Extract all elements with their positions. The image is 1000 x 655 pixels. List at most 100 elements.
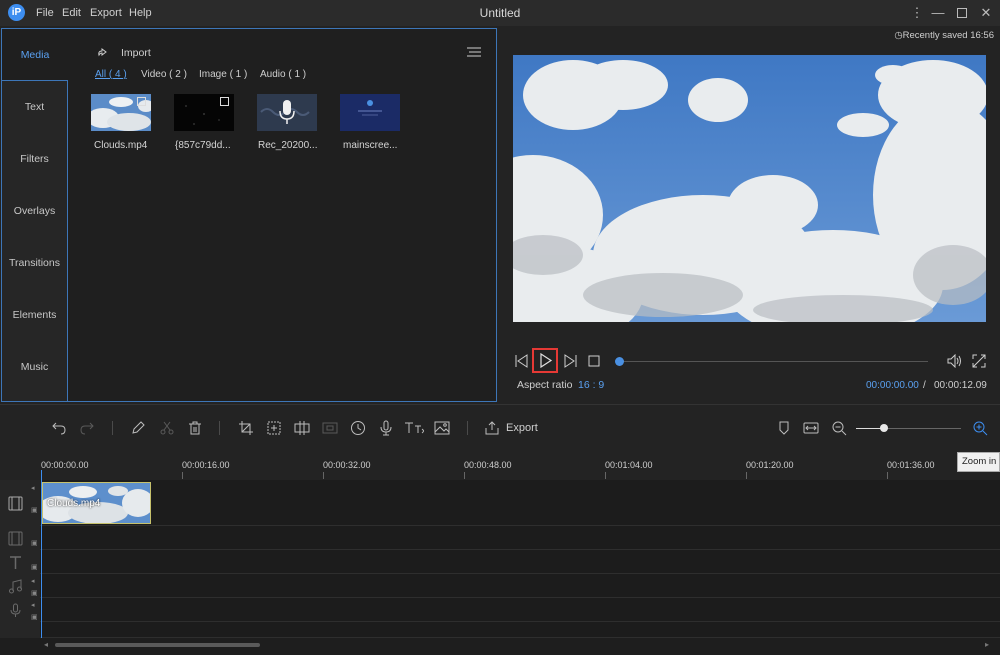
filter-audio[interactable]: Audio ( 1 ) <box>260 69 306 80</box>
app-logo: iP <box>8 4 25 21</box>
sidebar-item-text[interactable]: Text <box>2 81 67 133</box>
add-frame-icon[interactable] <box>266 420 282 436</box>
media-item-clouds[interactable] <box>87 94 154 131</box>
voiceover-icon <box>10 603 21 617</box>
media-item-recording[interactable] <box>257 94 317 131</box>
sidebar-item-transitions[interactable]: Transitions <box>2 237 67 289</box>
zoom-out-icon[interactable] <box>831 420 847 436</box>
menu-edit[interactable]: Edit <box>62 7 81 19</box>
ruler-tick <box>746 472 747 479</box>
text-track[interactable] <box>0 550 1000 574</box>
crop-icon[interactable] <box>238 420 254 436</box>
film-strip-icon <box>8 496 23 511</box>
edit-pencil-icon[interactable] <box>130 420 146 436</box>
zoom-slider-handle[interactable] <box>880 424 888 432</box>
media-item-video2[interactable] <box>174 94 234 131</box>
clock-icon: ◷ <box>894 30 903 41</box>
aspect-ratio-value[interactable]: 16 : 9 <box>578 379 604 391</box>
media-panel: Media Text Filters Overlays Transitions … <box>1 28 497 402</box>
track-lock-icon[interactable]: ▣ <box>31 613 38 621</box>
sidebar-item-filters[interactable]: Filters <box>2 133 67 185</box>
freeze-frame-icon[interactable] <box>322 420 338 436</box>
mosaic-image-icon[interactable] <box>434 420 450 436</box>
voiceover-mic-icon[interactable] <box>378 420 394 436</box>
voiceover-track[interactable] <box>0 598 1000 622</box>
title-bar: iP File Edit Export Help Untitled ⋮ — ✕ <box>0 0 1000 26</box>
scroll-right-icon[interactable]: ▸ <box>985 640 989 649</box>
seek-handle[interactable] <box>615 357 624 366</box>
ruler-tick <box>182 472 183 479</box>
import-button[interactable]: Import <box>121 47 151 59</box>
save-status: ◷Recently saved 16:56 <box>894 30 994 41</box>
ruler-tick-label: 00:01:20.00 <box>746 460 794 470</box>
toolbar-divider <box>219 421 220 435</box>
fit-timeline-icon[interactable] <box>803 420 819 436</box>
playhead[interactable] <box>41 470 42 640</box>
sidebar-item-overlays[interactable]: Overlays <box>2 185 67 237</box>
filter-image[interactable]: Image ( 1 ) <box>199 69 247 80</box>
filter-video[interactable]: Video ( 2 ) <box>141 69 187 80</box>
import-icon[interactable] <box>97 47 109 59</box>
ruler-tick-label: 00:00:16.00 <box>182 460 230 470</box>
media-item-label: Clouds.mp4 <box>94 140 148 151</box>
export-button[interactable]: Export <box>506 422 538 434</box>
close-icon[interactable]: ✕ <box>977 4 995 22</box>
empty-track <box>0 622 1000 638</box>
current-time: 00:00:00.00 <box>866 380 919 391</box>
music-track[interactable] <box>0 574 1000 598</box>
edit-toolbar <box>0 404 1000 452</box>
sidebar-item-elements[interactable]: Elements <box>2 289 67 341</box>
text-to-speech-icon[interactable] <box>404 420 426 436</box>
menu-help[interactable]: Help <box>129 7 152 19</box>
minimize-icon[interactable]: — <box>929 4 947 22</box>
media-item-label: Rec_20200... <box>258 140 318 151</box>
prev-frame-icon[interactable] <box>515 354 529 368</box>
track-volume-icon[interactable]: ◂ <box>31 601 35 609</box>
redo-icon[interactable] <box>79 420 95 436</box>
select-checkbox[interactable] <box>220 97 229 106</box>
delete-icon[interactable] <box>187 420 203 436</box>
track-lock-icon[interactable]: ▣ <box>31 506 38 514</box>
time-separator: / <box>923 380 926 391</box>
track-lock-icon[interactable]: ▣ <box>31 563 38 571</box>
cut-icon[interactable] <box>159 420 175 436</box>
ruler-tick-label: 00:00:32.00 <box>323 460 371 470</box>
sidebar-item-media[interactable]: Media <box>2 29 68 81</box>
menu-file[interactable]: File <box>36 7 54 19</box>
ruler-tick <box>464 472 465 479</box>
media-item-label: mainscree... <box>343 140 398 151</box>
more-options-icon[interactable]: ⋮ <box>908 4 926 22</box>
stop-icon[interactable] <box>588 355 600 367</box>
sidebar-item-music[interactable]: Music <box>2 341 67 393</box>
export-icon[interactable] <box>484 420 500 436</box>
next-frame-icon[interactable] <box>563 354 577 368</box>
play-button[interactable] <box>532 348 558 373</box>
media-item-image[interactable] <box>340 94 400 131</box>
marker-icon[interactable] <box>776 420 792 436</box>
track-volume-icon[interactable]: ◂ <box>31 484 35 492</box>
filter-all[interactable]: All ( 4 ) <box>95 69 127 80</box>
fullscreen-icon[interactable] <box>972 354 986 368</box>
ruler-tick-label: 00:00:00.00 <box>41 460 89 470</box>
track-volume-icon[interactable]: ◂ <box>31 577 35 585</box>
zoom-in-icon[interactable] <box>972 420 988 436</box>
track-lock-icon[interactable]: ▣ <box>31 589 38 597</box>
speed-clock-icon[interactable] <box>350 420 366 436</box>
list-view-icon[interactable] <box>467 46 481 58</box>
aspect-ratio-label: Aspect ratio <box>517 379 573 391</box>
maximize-icon[interactable] <box>953 4 971 22</box>
toolbar-divider <box>467 421 468 435</box>
menu-export[interactable]: Export <box>90 7 122 19</box>
track-lock-icon[interactable]: ▣ <box>31 539 38 547</box>
select-checkbox[interactable] <box>137 97 146 106</box>
split-screen-icon[interactable] <box>294 420 310 436</box>
overlay-track[interactable] <box>0 526 1000 550</box>
undo-icon[interactable] <box>51 420 67 436</box>
ruler-tick-label: 00:01:36.00 <box>887 460 935 470</box>
scroll-left-icon[interactable]: ◂ <box>44 640 48 649</box>
video-preview[interactable] <box>513 55 986 322</box>
volume-icon[interactable] <box>947 354 963 368</box>
seek-bar[interactable] <box>620 361 928 362</box>
ruler-tick-label: 00:00:48.00 <box>464 460 512 470</box>
horizontal-scrollbar[interactable] <box>55 643 260 647</box>
